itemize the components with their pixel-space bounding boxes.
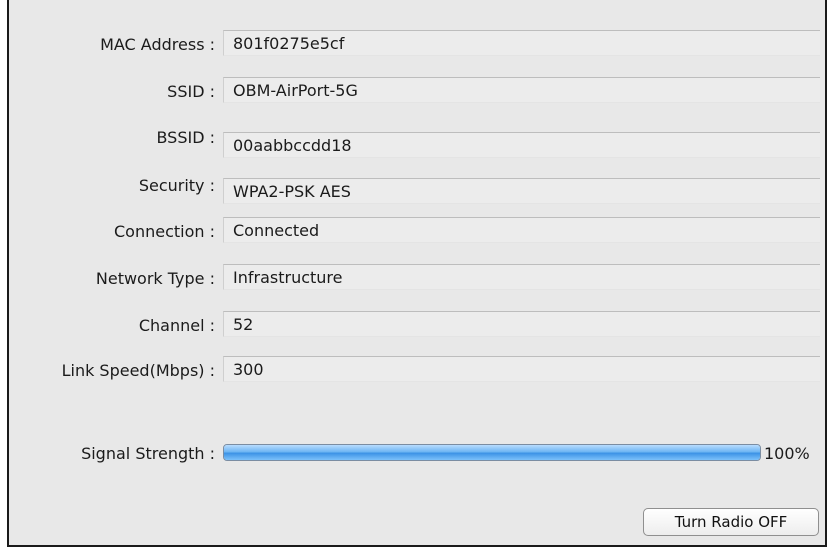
bssid-label: BSSID : — [156, 128, 215, 147]
turn-radio-off-button[interactable]: Turn Radio OFF — [643, 508, 819, 536]
signal-strength-label: Signal Strength : — [81, 444, 215, 463]
signal-strength-fill — [224, 445, 760, 460]
signal-strength-bar — [223, 444, 761, 461]
security-label: Security : — [138, 176, 215, 195]
bssid-field: 00aabbccdd18 — [223, 132, 820, 158]
mac-address-field: 801f0275e5cf — [223, 30, 820, 56]
link-speed-field: 300 — [223, 356, 820, 382]
channel-label: Channel : — [138, 316, 215, 335]
network-info-panel: MAC Address : 801f0275e5cf SSID : OBM-Ai… — [7, 0, 827, 547]
network-type-label: Network Type : — [95, 269, 215, 288]
signal-strength-percent: 100% — [764, 444, 810, 463]
ssid-label: SSID : — [167, 82, 215, 101]
ssid-field: OBM-AirPort-5G — [223, 77, 820, 103]
network-type-field: Infrastructure — [223, 264, 820, 290]
connection-field: Connected — [223, 217, 820, 243]
link-speed-label: Link Speed(Mbps) : — [61, 361, 215, 380]
security-field: WPA2-PSK AES — [223, 178, 820, 204]
connection-label: Connection : — [113, 222, 215, 241]
mac-address-label: MAC Address : — [100, 35, 215, 54]
channel-field: 52 — [223, 311, 820, 337]
